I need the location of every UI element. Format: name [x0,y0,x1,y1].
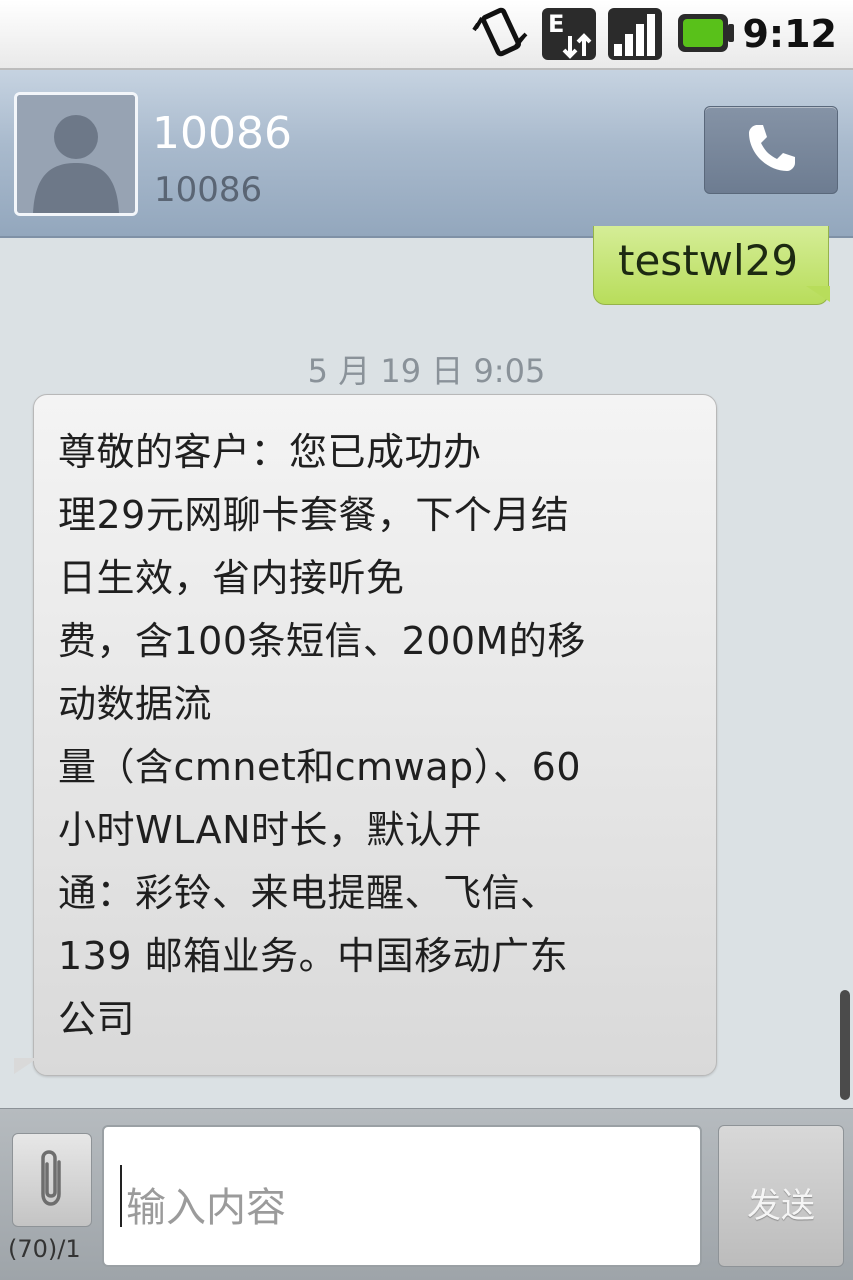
received-message-bubble[interactable]: 尊敬的客户：您已成功办 理29元网聊卡套餐，下个月结 日生效，省内接听免 费，含… [33,394,717,1076]
sent-message-text: testwl29 [618,236,799,285]
avatar[interactable] [14,92,138,216]
svg-text:E: E [548,10,564,38]
message-timestamp: 5 月 19 日 9:05 [307,352,546,390]
attach-button[interactable] [12,1133,92,1227]
sms-conversation-screen: E 9:12 10086 10086 testwl29 5 月 19 日 9:0… [0,0,853,1280]
contact-number: 10086 [154,170,263,210]
message-input-placeholder: 输入内容 [126,1185,286,1231]
vibrate-icon [472,7,528,57]
contact-header: 10086 10086 [0,70,853,238]
phone-icon [749,125,795,171]
text-cursor [120,1165,122,1227]
paperclip-icon [41,1150,61,1206]
sent-bubble-tail [806,286,830,302]
send-button-label: 发送 [747,1186,815,1226]
received-bubble-tail [14,1058,38,1074]
character-counter: (70)/1 [8,1235,81,1263]
message-input[interactable]: 输入内容 [102,1125,702,1267]
sent-message-bubble[interactable]: testwl29 [593,226,829,305]
call-button[interactable] [704,106,838,194]
signal-icon [608,8,662,60]
data-e-icon: E [542,8,596,60]
compose-bar: (70)/1 输入内容 发送 [0,1108,853,1280]
send-button[interactable]: 发送 [718,1125,844,1267]
received-message-text: 尊敬的客户：您已成功办 理29元网聊卡套餐，下个月结 日生效，省内接听免 费，含… [58,430,586,1041]
message-list[interactable]: testwl29 5 月 19 日 9:05 尊敬的客户：您已成功办 理29元网… [0,226,853,1108]
clock: 9:12 [742,12,837,56]
battery-icon [678,14,734,52]
contact-name: 10086 [152,108,292,159]
scrollbar[interactable] [840,990,850,1100]
status-bar: E 9:12 [0,0,853,70]
default-contact-icon [17,95,135,213]
